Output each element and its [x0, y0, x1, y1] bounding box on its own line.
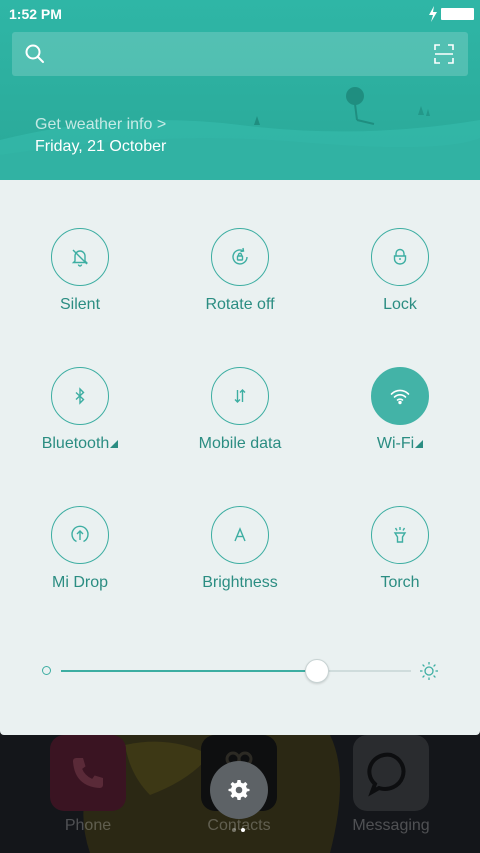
- tile-label: Silent: [59, 296, 101, 313]
- tile-mobile-data[interactable]: Mobile data: [160, 367, 320, 487]
- torch-icon: [393, 527, 407, 543]
- page-indicator: [232, 828, 248, 834]
- tile-brightness[interactable]: Brightness: [160, 506, 320, 626]
- brightness-slider[interactable]: [40, 656, 440, 686]
- status-bar: 1:52 PM: [0, 0, 480, 28]
- tile-circle: [371, 228, 429, 286]
- notification-header: 1:52 PM Get weather info > Friday, 21 Oc…: [0, 0, 480, 180]
- tile-label: Wi-Fi: [320, 435, 480, 453]
- mi-drop-icon: [71, 525, 89, 543]
- app-label: Messaging: [352, 817, 430, 834]
- lock-icon: [393, 248, 407, 265]
- slider-thumb[interactable]: [304, 659, 329, 683]
- expand-indicator: [110, 440, 119, 448]
- settings-button[interactable]: [210, 761, 268, 819]
- tile-circle: [51, 367, 109, 425]
- wifi-icon: [390, 389, 410, 405]
- tile-circle: [211, 367, 269, 425]
- tile-label: Brightness: [202, 574, 278, 591]
- brightness-auto-icon: [234, 527, 246, 542]
- tile-circle: [211, 506, 269, 564]
- date-label: Friday, 21 October: [35, 138, 167, 155]
- brightness-high-icon: [420, 662, 438, 680]
- quick-settings-panel: Silent Rotate off Lock Bluetooth Mobile …: [0, 180, 480, 735]
- tile-circle-active: [371, 367, 429, 425]
- tile-wifi[interactable]: Wi-Fi: [320, 367, 480, 487]
- battery-icon: [441, 8, 474, 20]
- tile-label: Mobile data: [198, 435, 282, 452]
- search-icon: [25, 44, 44, 63]
- brightness-low-icon: [42, 666, 51, 675]
- app-label: Phone: [64, 817, 112, 834]
- phone-icon: [73, 758, 103, 788]
- slider-track[interactable]: [61, 670, 411, 672]
- tile-torch[interactable]: Torch: [320, 506, 480, 626]
- tile-bluetooth[interactable]: Bluetooth: [0, 367, 160, 487]
- tile-mi-drop[interactable]: Mi Drop: [0, 506, 160, 626]
- charging-icon: [429, 6, 437, 22]
- app-messaging[interactable]: [353, 735, 429, 811]
- tile-label: Bluetooth: [0, 435, 160, 453]
- slider-fill: [61, 670, 317, 672]
- rotate-lock-icon: [232, 247, 248, 265]
- tile-circle: [211, 228, 269, 286]
- mobile-data-icon: [234, 389, 246, 403]
- tile-label: Mi Drop: [51, 574, 108, 591]
- expand-indicator: [415, 440, 424, 448]
- tile-circle: [371, 506, 429, 564]
- search-bar[interactable]: [12, 32, 468, 76]
- gear-icon: [228, 780, 250, 800]
- messaging-icon: [367, 752, 406, 797]
- app-phone[interactable]: [50, 735, 126, 811]
- tile-label: Lock: [383, 296, 417, 313]
- tile-rotate[interactable]: Rotate off: [160, 228, 320, 348]
- page-dot-active: [241, 828, 245, 832]
- weather-link[interactable]: Get weather info >: [35, 116, 166, 134]
- tile-label: Rotate off: [205, 296, 275, 313]
- bluetooth-icon: [75, 387, 85, 405]
- tile-lock[interactable]: Lock: [320, 228, 480, 348]
- page-dot: [232, 828, 236, 832]
- status-time: 1:52 PM: [9, 6, 62, 22]
- tile-circle: [51, 506, 109, 564]
- tile-silent[interactable]: Silent: [0, 228, 160, 348]
- scan-icon[interactable]: [434, 44, 454, 64]
- tile-circle: [51, 228, 109, 286]
- tile-label: Torch: [380, 574, 420, 591]
- bell-off-icon: [71, 249, 89, 267]
